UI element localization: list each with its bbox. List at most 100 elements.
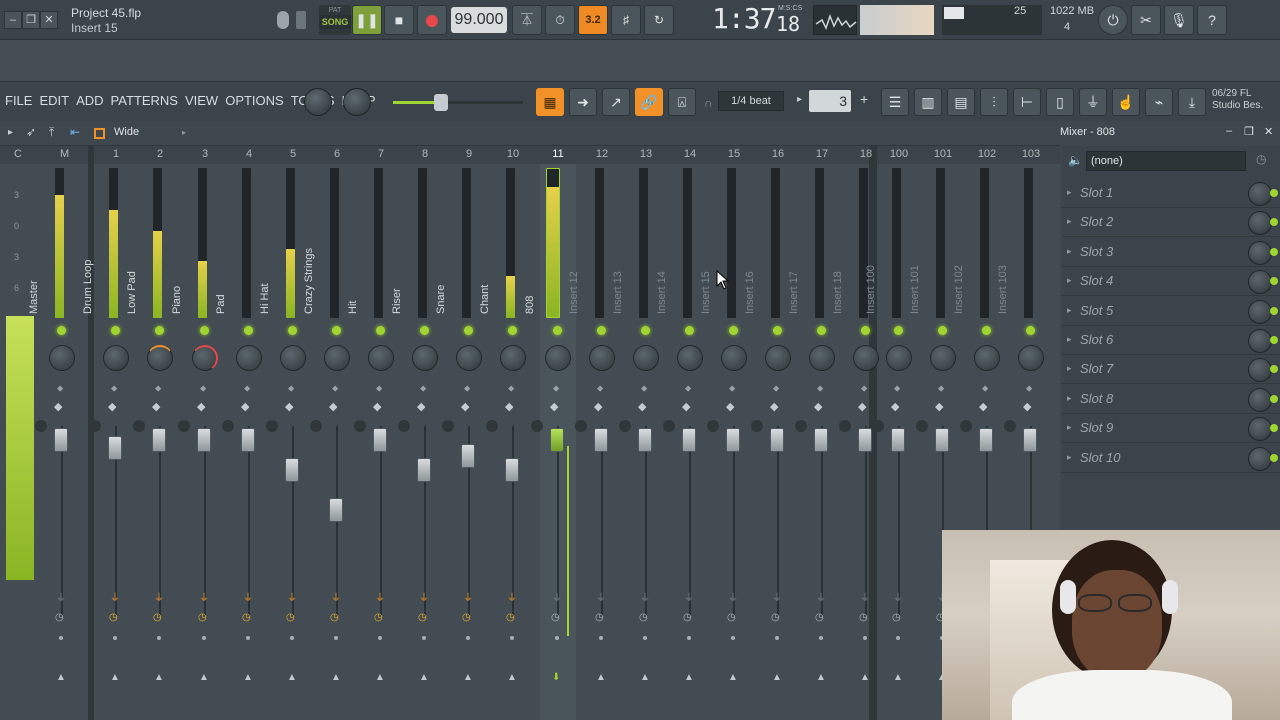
stereo-knob[interactable] (531, 420, 543, 432)
swap-icon[interactable]: ◆ (858, 400, 866, 413)
reset-button[interactable]: ⏻ (1098, 5, 1128, 35)
track-name[interactable]: Riser (391, 174, 403, 314)
route-dot[interactable] (466, 636, 470, 640)
send-arrow-icon[interactable]: ▲ (507, 672, 517, 683)
slot-mix-knob[interactable] (1248, 240, 1272, 265)
volume-fader[interactable] (891, 428, 905, 452)
stereo-sep-icon[interactable]: ⬥ (938, 383, 944, 394)
stereo-sep-icon[interactable]: ⬥ (982, 383, 988, 394)
timer-icon[interactable]: ◷ (859, 612, 868, 623)
mute-led[interactable] (729, 326, 738, 335)
volume-fader[interactable] (858, 428, 872, 452)
volume-fader[interactable] (726, 428, 740, 452)
fx-slot[interactable]: ▸ Slot 1 (1062, 179, 1280, 208)
route-dot[interactable] (731, 636, 735, 640)
swap-icon[interactable]: ◆ (979, 400, 987, 413)
piano-roll-button[interactable]: ▥ (914, 88, 942, 116)
stereo-sep-icon[interactable]: ⬥ (111, 383, 117, 394)
stereo-knob[interactable] (795, 420, 807, 432)
send-arrow-icon[interactable]: ▲ (154, 672, 164, 683)
link-send-icon[interactable]: ⏚ (640, 589, 650, 604)
volume-fader[interactable] (638, 428, 652, 452)
swap-icon[interactable]: ◆ (285, 400, 293, 413)
link-send-icon[interactable]: ⏚ (552, 589, 562, 604)
menu-view[interactable]: VIEW (185, 93, 218, 108)
mute-led[interactable] (773, 326, 782, 335)
track-name[interactable]: Chant (479, 174, 491, 314)
mute-led[interactable] (817, 326, 826, 335)
pat-song-switch[interactable]: PAT SONG (319, 5, 351, 35)
timer-icon[interactable]: ◷ (418, 612, 427, 623)
timer-icon[interactable]: ◷ (639, 612, 648, 623)
volume-fader[interactable] (814, 428, 828, 452)
timer-icon[interactable]: ◷ (286, 612, 295, 623)
route-dot[interactable] (687, 636, 691, 640)
route-dot[interactable] (599, 636, 603, 640)
track-name[interactable]: Drum Loop (82, 174, 94, 314)
typing-keyboard-icon[interactable] (296, 11, 306, 29)
slot-arrow-icon[interactable]: ▸ (1067, 305, 1072, 316)
stereo-sep-icon[interactable]: ⬥ (861, 383, 867, 394)
track-name[interactable]: Crazy Strings (303, 174, 315, 314)
stereo-sep-icon[interactable]: ⬥ (817, 383, 823, 394)
track-name[interactable]: Insert 18 (832, 174, 844, 314)
route-dot[interactable] (157, 636, 161, 640)
slot-arrow-icon[interactable]: ▸ (1067, 363, 1072, 374)
typing-keyboard-button[interactable]: ▦ (536, 88, 564, 116)
slot-mix-knob[interactable] (1248, 182, 1272, 206)
stereo-sep-icon[interactable]: ⬥ (597, 383, 603, 394)
fx-slot[interactable]: ▸ Slot 10 (1062, 444, 1280, 473)
timer-icon[interactable]: ◷ (815, 612, 824, 623)
slot-arrow-icon[interactable]: ▸ (1067, 187, 1072, 198)
swap-icon[interactable]: ◆ (461, 400, 469, 413)
route-dot[interactable] (775, 636, 779, 640)
volume-fader[interactable] (550, 428, 564, 452)
timer-icon[interactable]: ◷ (892, 612, 901, 623)
link-send-icon[interactable]: ⏚ (56, 589, 66, 604)
mute-led[interactable] (894, 326, 903, 335)
cursor-arrow-icon[interactable]: ➶ (26, 125, 36, 139)
volume-fader[interactable] (285, 458, 299, 482)
swap-icon[interactable]: ◆ (891, 400, 899, 413)
pan-knob[interactable] (324, 345, 350, 371)
track-name[interactable]: 808 (524, 174, 536, 314)
timer-icon[interactable]: ◷ (462, 612, 471, 623)
volume-fader[interactable] (373, 428, 387, 452)
swap-icon[interactable]: ◆ (638, 400, 646, 413)
mute-led[interactable] (111, 326, 120, 335)
timer-icon[interactable]: ◷ (727, 612, 736, 623)
track-name[interactable]: Pad (215, 174, 227, 314)
cut-button[interactable]: ✂ (1131, 5, 1161, 35)
volume-fader[interactable] (770, 428, 784, 452)
minimize-button[interactable]: – (4, 11, 22, 29)
track-name[interactable]: Insert 103 (997, 174, 1009, 314)
swap-icon[interactable]: ◆ (241, 400, 249, 413)
volume-fader[interactable] (417, 458, 431, 482)
pan-knob[interactable] (412, 345, 438, 371)
pan-knob[interactable] (886, 345, 912, 371)
link-send-icon[interactable]: ⏚ (463, 589, 473, 604)
slot-arrow-icon[interactable]: ▸ (1067, 275, 1072, 286)
metronome-button[interactable]: ⏄ (512, 5, 542, 35)
link-send-icon[interactable]: ⏚ (199, 589, 209, 604)
volume-fader[interactable] (935, 428, 949, 452)
mute-led[interactable] (597, 326, 606, 335)
pan-knob[interactable] (930, 345, 956, 371)
link-button[interactable]: 🔗 (635, 88, 663, 116)
mute-led[interactable] (685, 326, 694, 335)
cut-tool-button[interactable]: ⌁ (1145, 88, 1173, 116)
record-button[interactable] (417, 5, 447, 35)
stereo-knob[interactable] (133, 420, 145, 432)
stereo-knob[interactable] (486, 420, 498, 432)
stereo-knob[interactable] (310, 420, 322, 432)
fx-slot[interactable]: ▸ Slot 7 (1062, 355, 1280, 385)
link-send-icon[interactable]: ⏚ (596, 589, 606, 604)
swap-icon[interactable]: ◆ (417, 400, 425, 413)
stereo-knob[interactable] (178, 420, 190, 432)
stereo-sep-icon[interactable]: ⬥ (641, 383, 647, 394)
slot-enable-led[interactable] (1270, 277, 1278, 286)
timer-icon[interactable]: ◷ (153, 612, 162, 623)
route-dot[interactable] (422, 636, 426, 640)
route-dot[interactable] (202, 636, 206, 640)
loop-record-button[interactable]: ↻ (644, 5, 674, 35)
